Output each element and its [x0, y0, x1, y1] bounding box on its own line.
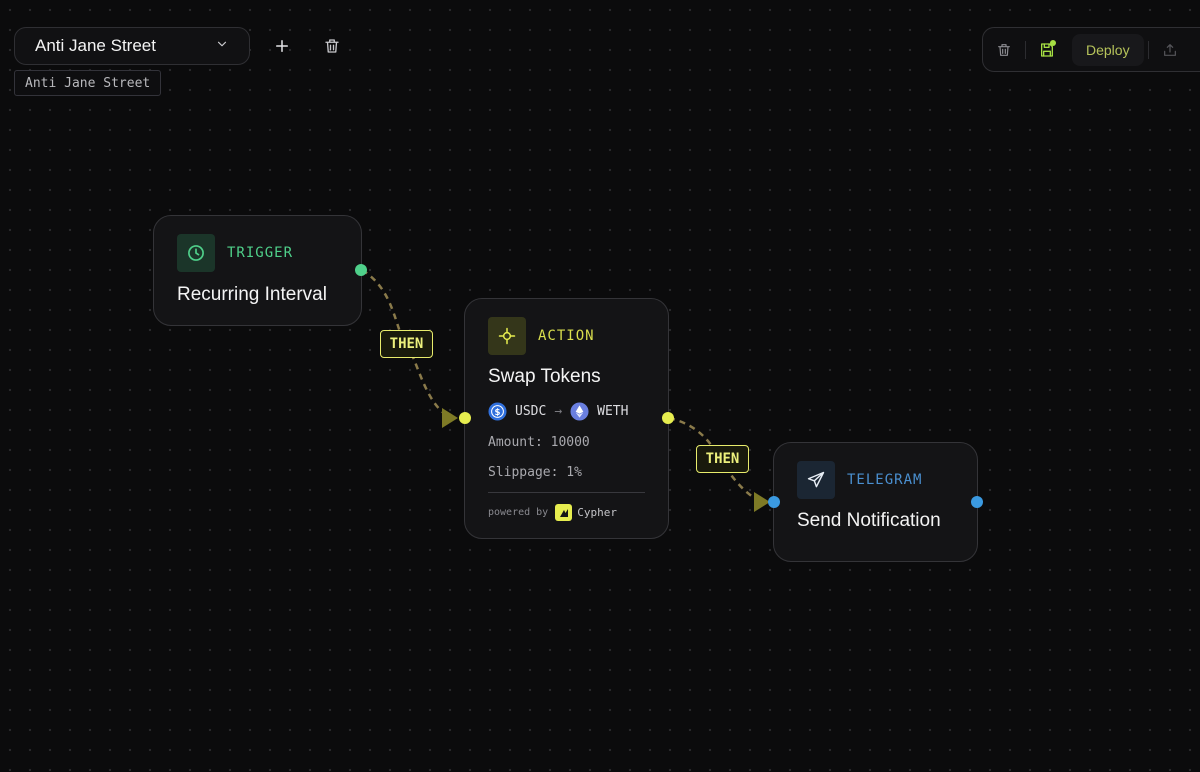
swap-pair: $ USDC → WETH	[488, 402, 634, 421]
action-node[interactable]: ACTION Swap Tokens $ USDC → WETH Amount:…	[464, 298, 669, 539]
telegram-input-handle[interactable]	[768, 496, 780, 508]
eth-icon	[570, 402, 589, 421]
edge-arrow-icon	[442, 408, 458, 428]
node-type-label: ACTION	[538, 328, 595, 344]
swap-amount: Amount: 10000	[488, 435, 590, 450]
node-title: Swap Tokens	[488, 366, 601, 387]
action-input-handle[interactable]	[459, 412, 471, 424]
node-title: Recurring Interval	[177, 284, 327, 305]
node-header: TRIGGER	[177, 234, 293, 272]
cypher-logo-icon	[555, 504, 573, 521]
telegram-node[interactable]: TELEGRAM Send Notification	[773, 442, 978, 562]
from-token: USDC	[515, 404, 547, 419]
node-header: TELEGRAM	[797, 461, 922, 499]
node-header: ACTION	[488, 317, 595, 355]
to-token: WETH	[597, 404, 629, 419]
crosshair-icon	[488, 317, 526, 355]
usdc-icon: $	[488, 402, 507, 421]
trigger-output-handle[interactable]	[355, 264, 367, 276]
node-type-label: TRIGGER	[227, 245, 294, 261]
edge-label-then: THEN	[380, 330, 433, 358]
node-type-label: TELEGRAM	[847, 472, 923, 488]
clock-icon	[177, 234, 215, 272]
swap-arrow: →	[554, 404, 563, 419]
node-divider	[488, 492, 645, 493]
svg-text:$: $	[495, 408, 501, 418]
trigger-node[interactable]: TRIGGER Recurring Interval	[153, 215, 362, 326]
telegram-output-handle[interactable]	[971, 496, 983, 508]
powered-by-label: powered by	[488, 507, 549, 518]
node-title: Send Notification	[797, 510, 941, 531]
swap-slippage: Slippage: 1%	[488, 465, 582, 480]
edge-label-then: THEN	[696, 445, 749, 473]
provider-name: Cypher	[577, 506, 617, 519]
send-icon	[797, 461, 835, 499]
action-output-handle[interactable]	[662, 412, 674, 424]
powered-by: powered by Cypher	[488, 504, 617, 521]
